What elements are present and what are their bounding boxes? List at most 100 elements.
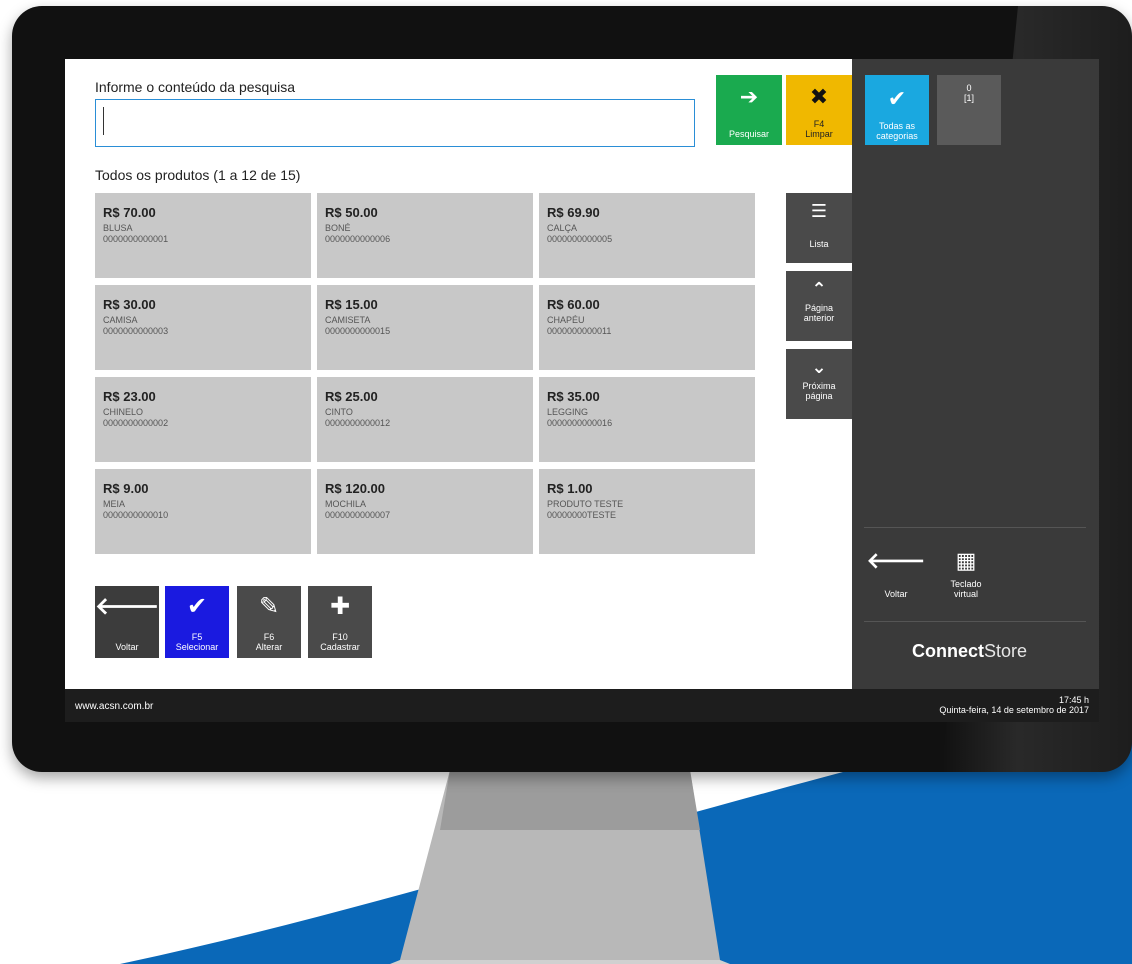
product-tile[interactable]: R$ 60.00 CHAPÉU 0000000000011 (539, 285, 755, 370)
select-button-key: F5 (191, 632, 203, 642)
virtual-keyboard-label-1: Teclado (950, 579, 982, 589)
product-code: 0000000000005 (547, 234, 613, 244)
clear-button-key: F4 (813, 119, 825, 129)
virtual-keyboard-label-2: virtual (953, 589, 978, 599)
plus-icon: ✚ (329, 593, 351, 620)
product-tile[interactable]: R$ 23.00 CHINELO 0000000000002 (95, 377, 311, 462)
all-categories-button[interactable]: ✔ Todas as categorias (865, 75, 929, 145)
product-code: 00000000TESTE (547, 510, 617, 520)
status-bar: www.acsn.com.br 17:45 h Quinta-feira, 14… (65, 689, 1099, 722)
list-view-button[interactable]: ☰ Lista (786, 193, 852, 263)
side-back-label: Voltar (884, 589, 908, 599)
next-page-label-1: Próxima (802, 381, 836, 391)
chevron-up-icon: ⌃ (811, 279, 827, 299)
previous-page-label-1: Página (804, 303, 834, 313)
product-name: PRODUTO TESTE (547, 499, 624, 509)
all-categories-label-1: Todas as (878, 121, 916, 131)
product-tile[interactable]: R$ 120.00 MOCHILA 0000000000007 (317, 469, 533, 554)
arrow-right-icon: ➔ (739, 84, 759, 109)
list-icon: ☰ (810, 201, 828, 221)
product-name: CAMISA (103, 315, 138, 325)
product-code: 0000000000001 (103, 234, 169, 244)
category-label-1: 0 (966, 83, 972, 93)
product-price: R$ 69.90 (547, 205, 600, 220)
search-button[interactable]: ➔ Pesquisar (716, 75, 782, 145)
edit-button-label: Alterar (255, 642, 283, 652)
app-screen: Informe o conteúdo da pesquisa ➔ Pesquis… (65, 59, 1099, 722)
product-code: 0000000000007 (325, 510, 391, 520)
arrow-left-icon: 🡐 (866, 548, 926, 573)
product-tile[interactable]: R$ 50.00 BONÉ 0000000000006 (317, 193, 533, 278)
virtual-keyboard-button[interactable]: ▦ Teclado virtual (934, 547, 998, 607)
text-caret (103, 107, 104, 135)
select-button[interactable]: ✔ F5 Selecionar (165, 586, 229, 658)
search-label: Informe o conteúdo da pesquisa (95, 79, 296, 95)
product-price: R$ 9.00 (103, 481, 149, 496)
product-list-title: Todos os produtos (1 a 12 de 15) (95, 167, 301, 183)
side-back-button[interactable]: 🡐 Voltar (864, 547, 928, 607)
website-url: www.acsn.com.br (75, 701, 154, 712)
product-name: CINTO (325, 407, 353, 417)
product-price: R$ 1.00 (547, 481, 593, 496)
product-code: 0000000000016 (547, 418, 613, 428)
product-name: CHAPÉU (547, 315, 585, 325)
product-code: 0000000000002 (103, 418, 169, 428)
product-tile[interactable]: R$ 15.00 CAMISETA 0000000000015 (317, 285, 533, 370)
product-name: LEGGING (547, 407, 589, 417)
next-page-button[interactable]: ⌄ Próxima página (786, 349, 852, 419)
edit-button-key: F6 (263, 632, 275, 642)
main-panel: Informe o conteúdo da pesquisa ➔ Pesquis… (65, 59, 852, 689)
product-name: CALÇA (547, 223, 578, 233)
brand-logo: ConnectStore (912, 641, 1027, 662)
checkmark-icon: ✔ (186, 593, 208, 620)
product-price: R$ 25.00 (325, 389, 378, 404)
product-tile[interactable]: R$ 69.90 CALÇA 0000000000005 (539, 193, 755, 278)
edit-button[interactable]: ✎ F6 Alterar (237, 586, 301, 658)
product-code: 0000000000010 (103, 510, 169, 520)
create-button[interactable]: ✚ F10 Cadastrar (308, 586, 372, 658)
product-tile[interactable]: R$ 30.00 CAMISA 0000000000003 (95, 285, 311, 370)
product-price: R$ 60.00 (547, 297, 600, 312)
product-tile[interactable]: R$ 70.00 BLUSA 0000000000001 (95, 193, 311, 278)
monitor-frame: Informe o conteúdo da pesquisa ➔ Pesquis… (12, 6, 1132, 772)
product-name: CHINELO (103, 407, 144, 417)
clock-time: 17:45 h (1058, 695, 1089, 705)
product-code: 0000000000011 (547, 326, 612, 336)
clock-date: Quinta-feira, 14 de setembro de 2017 (939, 705, 1089, 715)
product-price: R$ 120.00 (325, 481, 385, 496)
previous-page-button[interactable]: ⌃ Página anterior (786, 271, 852, 341)
product-price: R$ 30.00 (103, 297, 156, 312)
brand-name-bold: Connect (912, 641, 984, 661)
brand-name-light: Store (984, 641, 1028, 661)
product-price: R$ 23.00 (103, 389, 156, 404)
search-input[interactable] (95, 99, 695, 147)
product-name: BLUSA (103, 223, 133, 233)
category-button[interactable]: 0 [1] (937, 75, 1001, 145)
clock: 17:45 h Quinta-feira, 14 de setembro de … (939, 695, 1089, 715)
product-tile[interactable]: R$ 1.00 PRODUTO TESTE 00000000TESTE (539, 469, 755, 554)
product-tile[interactable]: R$ 35.00 LEGGING 0000000000016 (539, 377, 755, 462)
clear-button[interactable]: ✖ F4 Limpar (786, 75, 852, 145)
product-tile[interactable]: R$ 25.00 CINTO 0000000000012 (317, 377, 533, 462)
chevron-down-icon: ⌄ (811, 357, 827, 377)
checkmark-icon: ✔ (887, 86, 907, 111)
side-panel: ✔ Todas as categorias 0 [1] 🡐 Voltar ▦ T… (852, 59, 1099, 689)
all-categories-label-2: categorias (876, 131, 918, 141)
category-label-2: [1] (963, 93, 974, 103)
product-tile[interactable]: R$ 9.00 MEIA 0000000000010 (95, 469, 311, 554)
search-button-label: Pesquisar (728, 129, 770, 139)
arrow-left-icon: 🡐 (95, 593, 160, 620)
close-icon: ✖ (809, 84, 829, 109)
create-button-key: F10 (332, 632, 348, 642)
product-code: 0000000000012 (325, 418, 391, 428)
list-view-label: Lista (809, 239, 829, 249)
back-button[interactable]: 🡐 Voltar (95, 586, 159, 658)
product-name: BONÉ (325, 223, 351, 233)
keypad-icon: ▦ (955, 548, 977, 573)
product-price: R$ 35.00 (547, 389, 600, 404)
back-button-label: Voltar (115, 642, 139, 652)
previous-page-label-2: anterior (803, 313, 835, 323)
product-name: MOCHILA (325, 499, 367, 509)
side-divider (864, 527, 1086, 528)
product-code: 0000000000015 (325, 326, 391, 336)
